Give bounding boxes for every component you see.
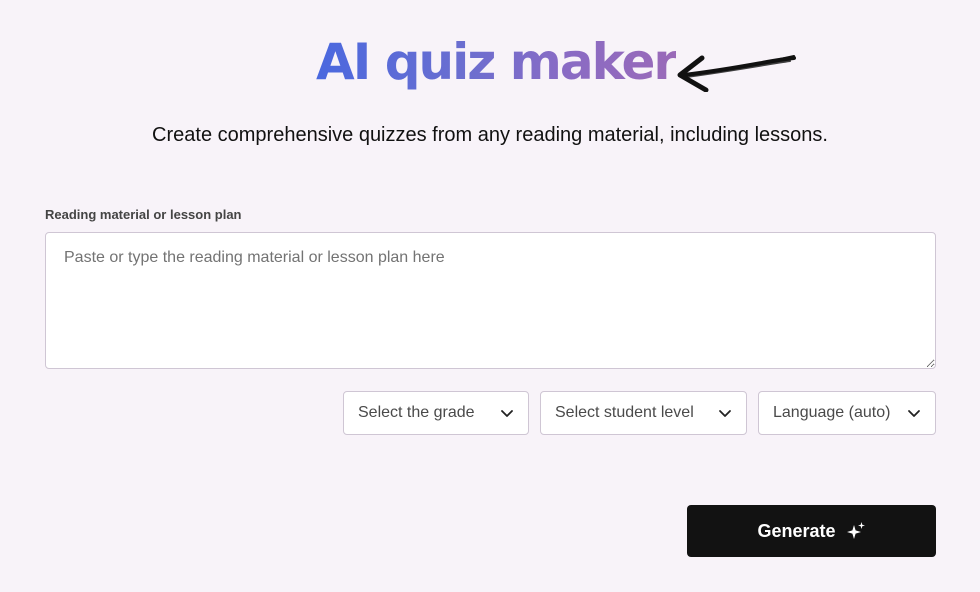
page-title: AI quiz maker (316, 30, 678, 94)
student-level-select[interactable]: Select student level (540, 391, 747, 435)
chevron-down-icon (501, 410, 513, 417)
student-level-select-value: Select student level (555, 404, 694, 421)
arrow-icon (677, 55, 796, 92)
material-label: Reading material or lesson plan (45, 207, 242, 222)
header: AI quiz maker (0, 30, 980, 100)
grade-select-value: Select the grade (358, 404, 475, 421)
generate-button-label: Generate (757, 520, 836, 541)
language-select-value: Language (auto) (773, 404, 891, 421)
generate-button[interactable]: Generate (687, 505, 936, 557)
sparkle-icon (846, 522, 865, 539)
quiz-maker-page: AI quiz maker Create comprehensive quizz… (0, 0, 980, 592)
chevron-down-icon (908, 410, 920, 417)
page-subtitle: Create comprehensive quizzes from any re… (152, 124, 828, 146)
grade-select[interactable]: Select the grade (343, 391, 529, 435)
chevron-down-icon (719, 410, 731, 417)
material-textarea[interactable] (45, 232, 936, 369)
language-select[interactable]: Language (auto) (758, 391, 936, 435)
